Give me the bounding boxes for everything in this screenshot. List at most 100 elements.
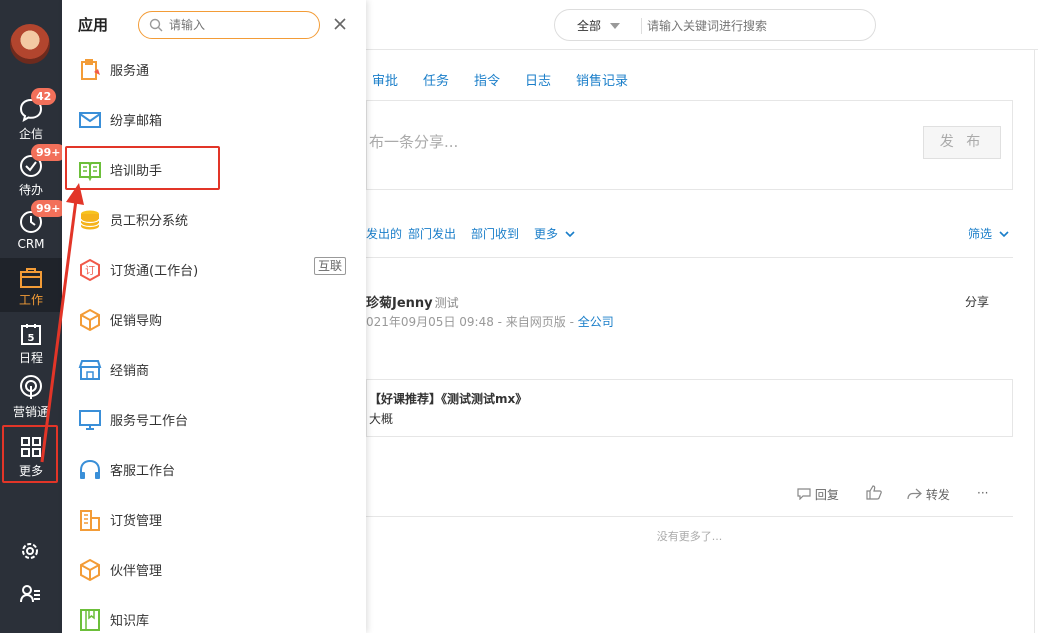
comment-icon xyxy=(797,488,811,501)
calendar-icon: 5 xyxy=(21,324,41,345)
box-icon xyxy=(80,558,100,582)
storefront-icon xyxy=(78,360,102,380)
filter-more[interactable]: 更多 xyxy=(534,225,575,242)
sidebar-item-label: 日程 xyxy=(18,351,43,365)
composer-placeholder[interactable]: 布一条分享... xyxy=(369,131,458,152)
post-type-label: 分享 xyxy=(965,295,990,309)
sidebar-item-label: 企信 xyxy=(18,127,43,141)
settings-icon[interactable] xyxy=(19,540,41,562)
chevron-down-icon xyxy=(999,231,1009,238)
search-scope-select[interactable]: 全部 xyxy=(577,17,601,34)
filter-more-label: 更多 xyxy=(534,227,559,241)
app-label: 知识库 xyxy=(110,614,150,629)
service-clipboard-icon xyxy=(81,59,100,80)
post-meta: 021年09月05日 09:48 - 来自网页版 - 全公司 xyxy=(366,313,614,330)
tab-sales-record[interactable]: 销售记录 xyxy=(576,70,628,89)
search-icon xyxy=(149,18,163,32)
app-label: 促销导购 xyxy=(110,314,163,329)
app-item-customer-service[interactable]: 客服工作台 xyxy=(62,445,366,495)
highlight-more xyxy=(2,425,58,483)
left-sidebar: 企信 42 待办 99+ CRM 99+ 工作 5 日程 营销通 更多 xyxy=(0,0,66,633)
panel-search-input[interactable] xyxy=(169,15,309,35)
unread-badge: 42 xyxy=(31,88,57,105)
share-composer[interactable]: 布一条分享... 发 布 xyxy=(366,100,1013,190)
search-divider xyxy=(641,18,642,34)
app-label: 客服工作台 xyxy=(110,464,176,479)
crm-badge: 99+ xyxy=(31,200,66,217)
sidebar-item-todo[interactable]: 待办 99+ xyxy=(0,144,66,207)
user-list-icon[interactable] xyxy=(19,583,41,605)
filter-label: 筛选 xyxy=(968,227,993,241)
highlight-training xyxy=(65,146,220,190)
app-item-dealer[interactable]: 经销商 xyxy=(62,345,366,395)
forward-label: 转发 xyxy=(925,488,950,502)
app-item-promotion[interactable]: 促销导购 xyxy=(62,295,366,345)
filter-dept-sent[interactable]: 部门发出 xyxy=(408,225,456,242)
no-more-text: 没有更多了... xyxy=(656,530,723,543)
app-item-ordering-workbench[interactable]: 订 订货通(工作台) 互联 xyxy=(62,245,366,295)
chevron-down-icon[interactable] xyxy=(610,23,620,29)
course-desc: 大概 xyxy=(369,412,394,426)
tab-approval[interactable]: 审批 xyxy=(372,70,398,89)
app-item-order-management[interactable]: 订货管理 xyxy=(62,495,366,545)
app-item-knowledge-base[interactable]: 知识库 xyxy=(62,595,366,633)
app-label: 订货管理 xyxy=(110,514,163,529)
sidebar-item-label: 营销通 xyxy=(12,405,49,419)
filter-dept-received[interactable]: 部门收到 xyxy=(471,225,519,242)
app-item-partner[interactable]: 伙伴管理 xyxy=(62,545,366,595)
order-hexagon-icon: 订 xyxy=(80,258,100,282)
course-title[interactable]: 【好课推荐】《测试测试mx》 xyxy=(369,390,527,407)
app-item-service[interactable]: 服务通 xyxy=(62,45,366,95)
forward-button[interactable]: 转发 xyxy=(907,486,950,503)
broadcast-icon xyxy=(20,375,42,399)
panel-search[interactable] xyxy=(138,11,320,39)
course-card[interactable]: 【好课推荐】《测试测试mx》 大概 xyxy=(366,379,1013,437)
panel-title: 应用 xyxy=(78,16,109,34)
publish-button[interactable]: 发 布 xyxy=(923,126,1001,159)
filter-button[interactable]: 筛选 xyxy=(968,225,1009,242)
reply-button[interactable]: 回复 xyxy=(797,486,839,503)
sidebar-item-marketing[interactable]: 营销通 xyxy=(0,375,62,429)
briefcase-icon xyxy=(20,268,42,288)
tab-instruction[interactable]: 指令 xyxy=(474,70,500,89)
coin-stack-icon xyxy=(80,210,100,230)
sidebar-item-label: 待办 xyxy=(18,183,43,197)
app-panel: 应用 服务通 纷享邮箱 培训助手 xyxy=(62,0,366,633)
cube-icon xyxy=(80,308,100,332)
right-divider xyxy=(1034,50,1035,633)
sidebar-item-crm[interactable]: CRM 99+ xyxy=(0,200,66,263)
sidebar-item-work[interactable]: 工作 xyxy=(0,258,62,312)
sidebar-item-messages[interactable]: 企信 42 xyxy=(0,88,62,151)
app-label: 订货通(工作台) xyxy=(110,264,199,279)
headset-icon xyxy=(80,459,100,479)
book-bookmark-icon xyxy=(80,609,100,631)
avatar[interactable] xyxy=(10,24,50,64)
author-name[interactable]: 珍菊Jenny xyxy=(366,296,433,311)
svg-text:订: 订 xyxy=(85,265,95,277)
global-search-input[interactable] xyxy=(647,16,857,36)
divider xyxy=(366,257,1013,258)
app-item-service-account[interactable]: 服务号工作台 xyxy=(62,395,366,445)
sidebar-item-label: 工作 xyxy=(18,293,43,307)
global-search[interactable]: 全部 xyxy=(554,9,876,41)
app-label: 服务号工作台 xyxy=(110,414,189,429)
building-icon xyxy=(80,510,100,531)
close-icon[interactable] xyxy=(332,16,348,32)
app-label: 伙伴管理 xyxy=(110,564,163,579)
post-scope-link[interactable]: 全公司 xyxy=(578,315,614,329)
tab-log[interactable]: 日志 xyxy=(525,70,551,89)
calendar-day: 5 xyxy=(28,333,35,344)
app-label: 纷享邮箱 xyxy=(110,114,163,129)
forward-icon xyxy=(907,488,922,500)
tab-task[interactable]: 任务 xyxy=(423,70,449,89)
app-label: 服务通 xyxy=(110,64,150,79)
filter-sent[interactable]: 发出的 xyxy=(366,225,402,242)
more-options-button[interactable]: ··· xyxy=(977,486,988,500)
like-icon[interactable] xyxy=(866,485,882,500)
interconnect-tag: 互联 xyxy=(314,257,347,275)
sidebar-item-label: CRM xyxy=(17,237,45,251)
sidebar-item-schedule[interactable]: 5 日程 xyxy=(0,321,62,375)
post-author[interactable]: 珍菊Jenny 测试 xyxy=(366,292,459,311)
app-item-mailbox[interactable]: 纷享邮箱 xyxy=(62,95,366,145)
app-item-points[interactable]: 员工积分系统 xyxy=(62,195,366,245)
